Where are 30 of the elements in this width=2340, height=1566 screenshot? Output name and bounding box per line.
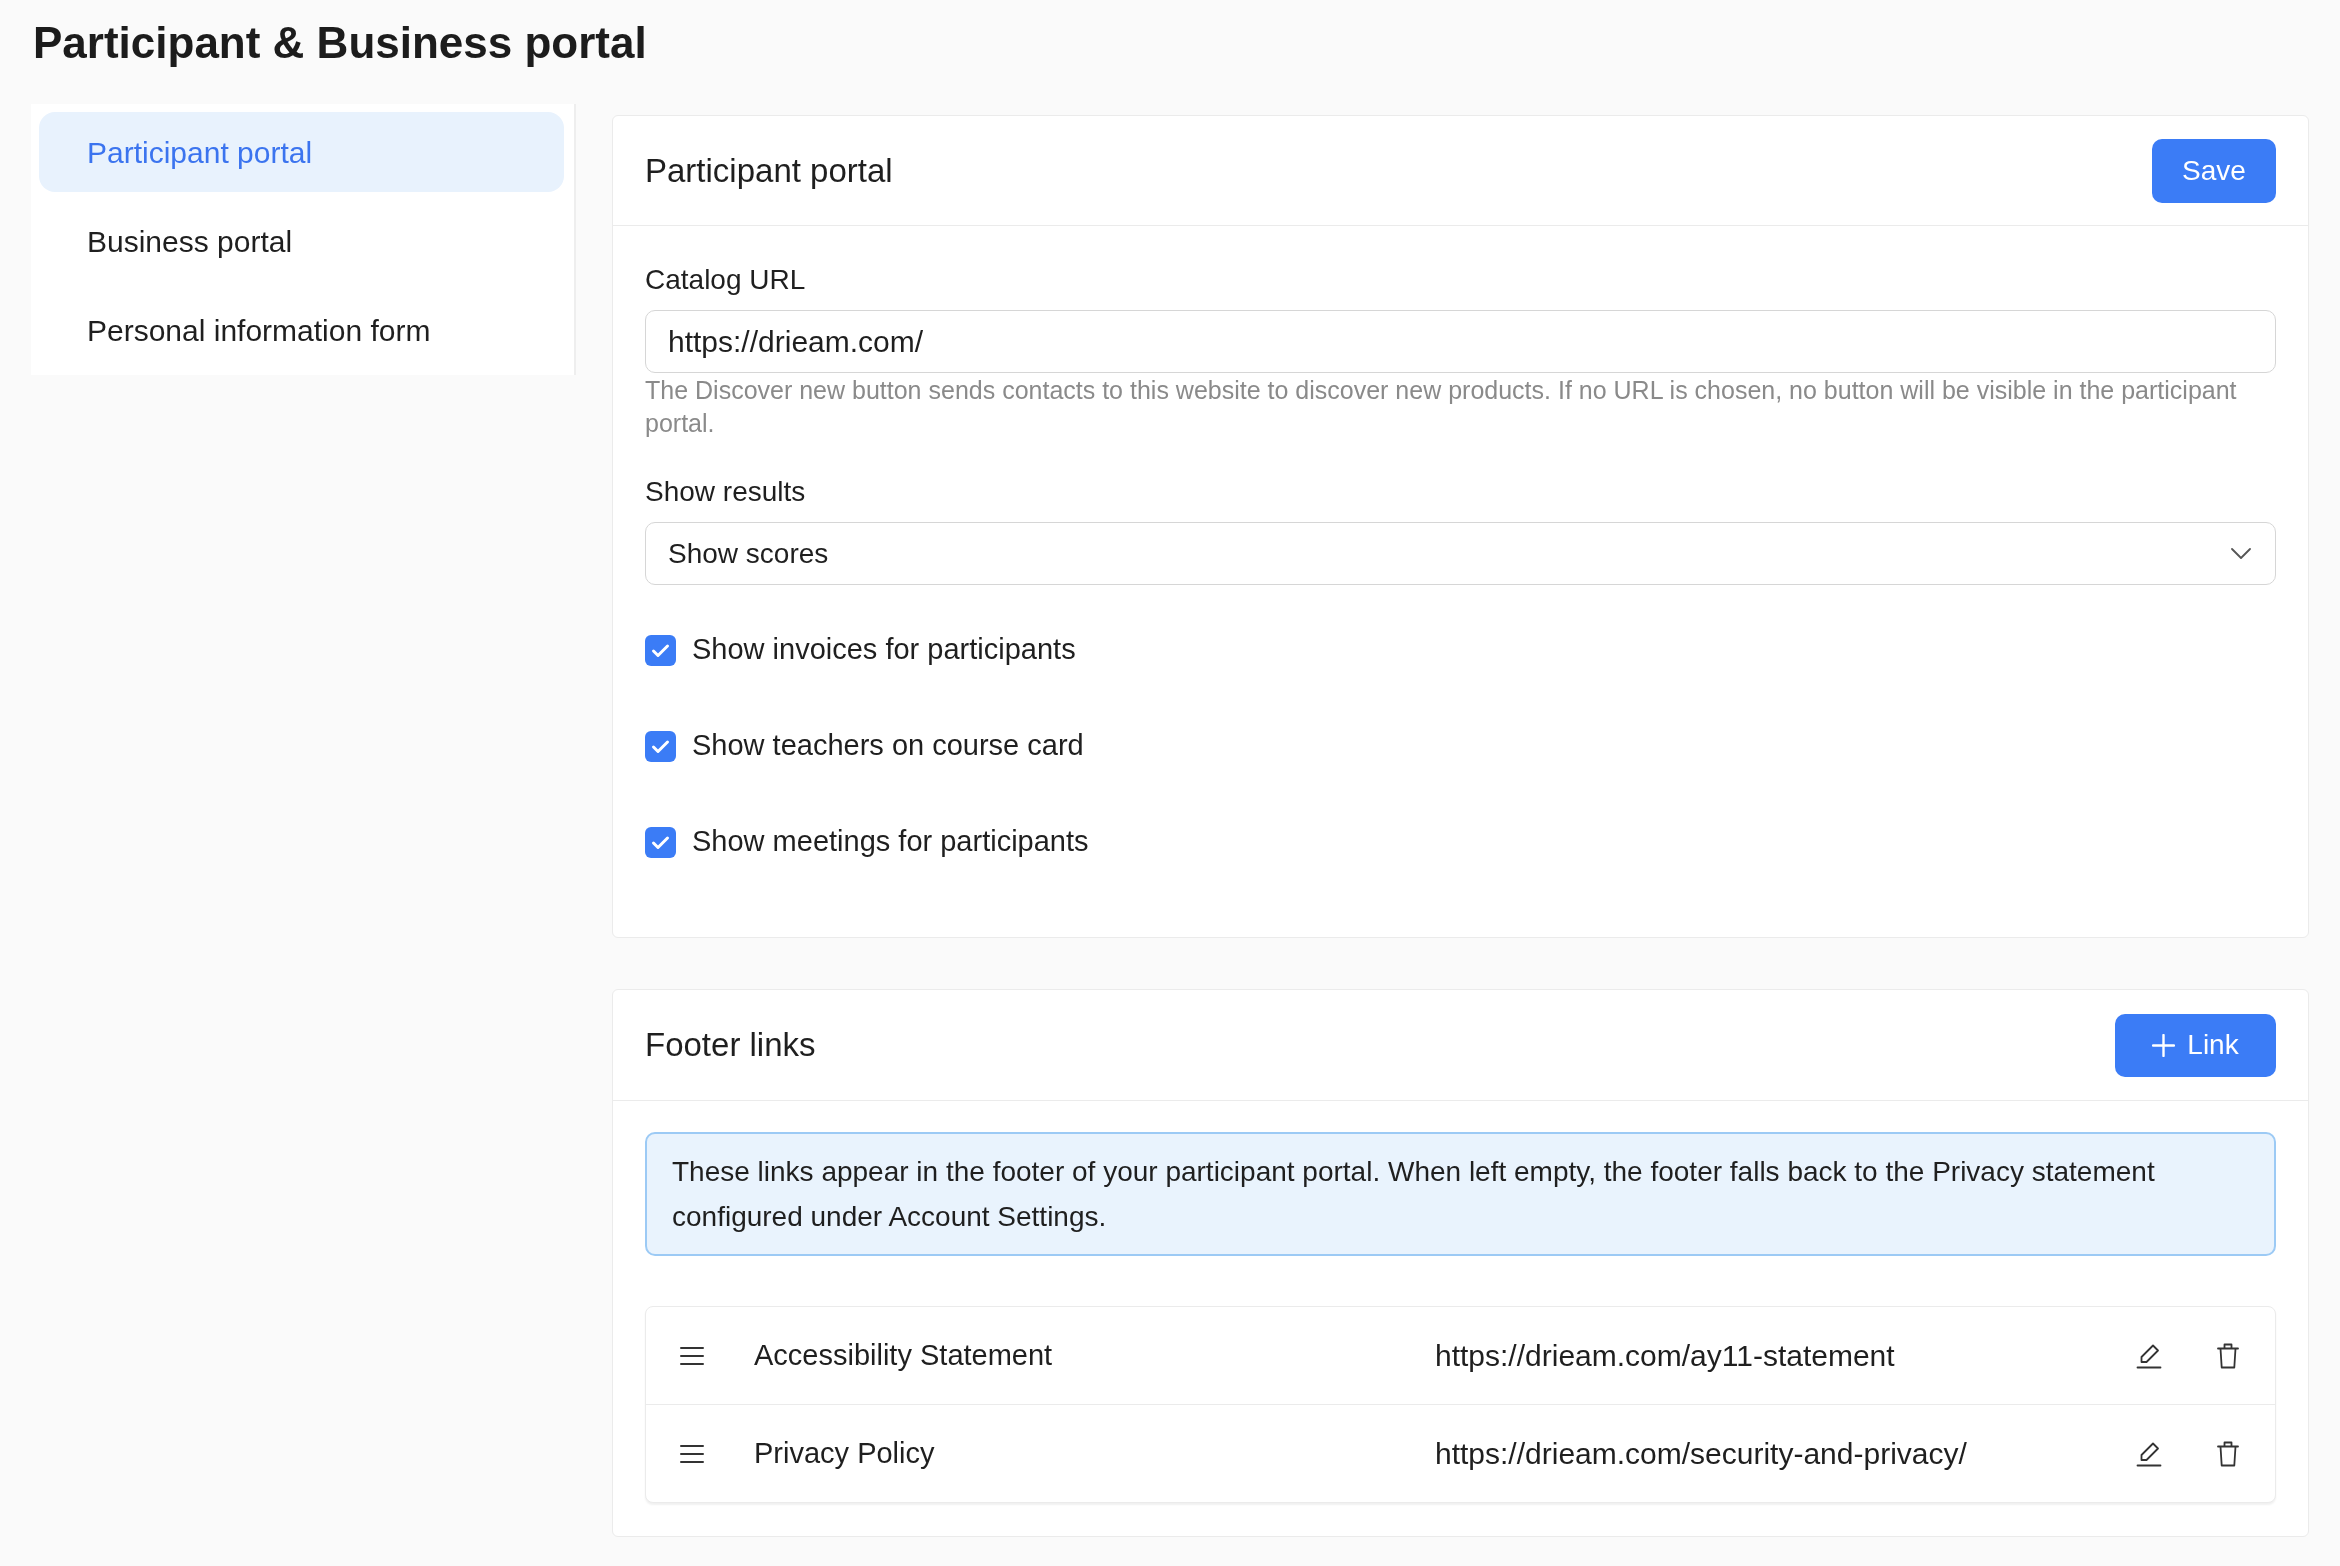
add-link-button[interactable]: Link bbox=[2115, 1013, 2276, 1077]
catalog-url-field[interactable]: https://drieam.com/ bbox=[645, 310, 2276, 373]
field-label: Catalog URL bbox=[645, 263, 807, 297]
pencil-icon[interactable] bbox=[2136, 1440, 2162, 1467]
save-button[interactable]: Save bbox=[2152, 138, 2276, 203]
show-results-select[interactable]: Show scores bbox=[645, 522, 2276, 585]
trash-icon[interactable] bbox=[2217, 1342, 2239, 1369]
drag-handle-icon[interactable] bbox=[680, 1346, 704, 1365]
trash-icon[interactable] bbox=[2217, 1440, 2239, 1467]
checkbox-label: Show invoices for participants bbox=[692, 632, 1076, 668]
link-name: Privacy Policy bbox=[754, 1435, 936, 1471]
card-title: Participant portal bbox=[645, 150, 893, 191]
checkbox-label: Show teachers on course card bbox=[692, 728, 1084, 764]
checkbox-label: Show meetings for participants bbox=[692, 824, 1089, 860]
checkbox[interactable] bbox=[645, 826, 676, 858]
help-text: The Discover new button sends contacts to this website to discover new products. If no URL is chosen, no button will be visible in the participant portal. bbox=[645, 375, 2238, 439]
checkbox[interactable] bbox=[645, 634, 676, 666]
field-label: Show results bbox=[645, 475, 807, 509]
drag-handle-icon[interactable] bbox=[680, 1444, 704, 1463]
checkbox[interactable] bbox=[645, 730, 676, 762]
sidebar-item[interactable]: Participant portal bbox=[39, 112, 564, 192]
pencil-icon[interactable] bbox=[2136, 1342, 2162, 1369]
link-name: Accessibility Statement bbox=[754, 1337, 1054, 1373]
link-url: https://drieam.com/security-and-privacy/ bbox=[1435, 1436, 1968, 1472]
card-title: Footer links bbox=[645, 1025, 816, 1066]
info-notice: These links appear in the footer of your participant portal. When left empty, the footer falls back to the Privacy statement configured under Account Settings. bbox=[645, 1132, 2276, 1256]
page-title: Participant & Business portal bbox=[33, 17, 648, 69]
link-url: https://drieam.com/ay11-statement bbox=[1435, 1338, 1896, 1374]
chevron-down-icon bbox=[2231, 548, 2251, 559]
plus-icon bbox=[2152, 1033, 2176, 1057]
